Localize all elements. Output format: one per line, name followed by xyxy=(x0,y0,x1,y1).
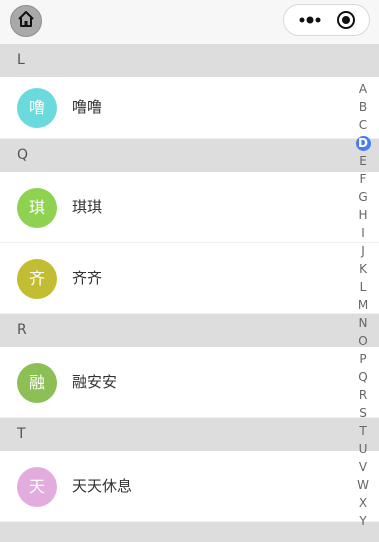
target-icon[interactable] xyxy=(336,10,356,30)
index-letter-label: C xyxy=(358,118,368,132)
contact-item[interactable]: 琪 琪琪 xyxy=(0,172,379,243)
section-header-t: T xyxy=(0,418,379,451)
index-letter-l[interactable]: L xyxy=(353,278,373,296)
index-letter-u[interactable]: U xyxy=(353,440,373,458)
contact-name: 琪琪 xyxy=(72,198,103,216)
section-header-r: R xyxy=(0,314,379,347)
index-letter-label: F xyxy=(359,172,367,186)
index-letter-label: M xyxy=(357,298,369,312)
index-letter-n[interactable]: N xyxy=(353,314,373,332)
index-letter-label: I xyxy=(361,226,365,240)
section-header-q: Q xyxy=(0,139,379,172)
section-header-l: L xyxy=(0,44,379,77)
index-letter-label: R xyxy=(358,388,368,402)
index-letter-v[interactable]: V xyxy=(353,458,373,476)
index-letter-label: O xyxy=(358,334,368,348)
index-letter-b[interactable]: B xyxy=(353,98,373,116)
index-letter-o[interactable]: O xyxy=(353,332,373,350)
index-letter-y[interactable]: Y xyxy=(353,512,373,530)
index-letter-a[interactable]: A xyxy=(353,80,373,98)
index-letter-w[interactable]: W xyxy=(353,476,373,494)
index-letter-h[interactable]: H xyxy=(353,206,373,224)
index-letter-j[interactable]: J xyxy=(353,242,373,260)
more-dots-icon[interactable] xyxy=(296,5,326,35)
index-letter-t[interactable]: T xyxy=(353,422,373,440)
index-letter-k[interactable]: K xyxy=(353,260,373,278)
top-bar xyxy=(0,0,379,44)
contact-item[interactable]: 天 天天休息 xyxy=(0,451,379,522)
index-letter-s[interactable]: S xyxy=(353,404,373,422)
index-letter-f[interactable]: F xyxy=(353,170,373,188)
contact-list: L 噜 噜噜 Q 琪 琪琪 齐 齐齐 R 融 融安安 T 天 天天休息 xyxy=(0,44,379,542)
index-letter-label: Y xyxy=(359,514,367,528)
contact-name: 融安安 xyxy=(72,373,118,391)
index-letter-label: P xyxy=(359,352,367,366)
index-letter-label: S xyxy=(359,406,367,420)
index-letter-label: B xyxy=(358,100,368,114)
index-letter-label: N xyxy=(358,316,368,330)
index-letter-label: A xyxy=(358,82,368,96)
home-button[interactable] xyxy=(10,5,42,37)
index-letter-label: H xyxy=(358,208,368,222)
index-letter-m[interactable]: M xyxy=(353,296,373,314)
index-letter-i[interactable]: I xyxy=(353,224,373,242)
avatar: 琪 xyxy=(17,188,57,228)
index-letter-label: V xyxy=(358,460,368,474)
contact-name: 齐齐 xyxy=(72,269,103,287)
index-letter-label: K xyxy=(359,262,367,276)
avatar: 噜 xyxy=(17,88,57,128)
contact-name: 天天休息 xyxy=(72,477,133,495)
capsule-menu xyxy=(283,4,370,36)
index-letter-label: J xyxy=(361,244,365,258)
index-letter-g[interactable]: G xyxy=(353,188,373,206)
index-letter-c[interactable]: C xyxy=(353,116,373,134)
index-letter-label: G xyxy=(358,190,368,204)
index-letter-x[interactable]: X xyxy=(353,494,373,512)
index-letter-label: W xyxy=(357,478,369,492)
home-icon xyxy=(17,10,35,32)
index-letter-r[interactable]: R xyxy=(353,386,373,404)
index-letter-label: D xyxy=(355,136,371,151)
contact-item[interactable]: 齐 齐齐 xyxy=(0,243,379,314)
index-letter-label: U xyxy=(358,442,368,456)
index-letter-label: L xyxy=(359,280,367,294)
contact-item[interactable]: 融 融安安 xyxy=(0,347,379,418)
avatar: 齐 xyxy=(17,259,57,299)
section-header-next xyxy=(0,522,379,542)
index-letter-label: X xyxy=(358,496,368,510)
index-letter-q[interactable]: Q xyxy=(353,368,373,386)
contact-item[interactable]: 噜 噜噜 xyxy=(0,77,379,139)
index-letter-label: E xyxy=(359,154,367,168)
index-letter-label: T xyxy=(359,424,367,438)
avatar: 融 xyxy=(17,363,57,403)
index-letter-d[interactable]: D xyxy=(353,134,373,152)
index-letter-label: Q xyxy=(358,370,368,384)
index-letter-p[interactable]: P xyxy=(353,350,373,368)
index-letter-e[interactable]: E xyxy=(353,152,373,170)
avatar: 天 xyxy=(17,467,57,507)
alphabet-index-bar[interactable]: ABCDEFGHIJKLMNOPQRSTUVWXY xyxy=(353,80,373,530)
contact-name: 噜噜 xyxy=(72,98,103,116)
